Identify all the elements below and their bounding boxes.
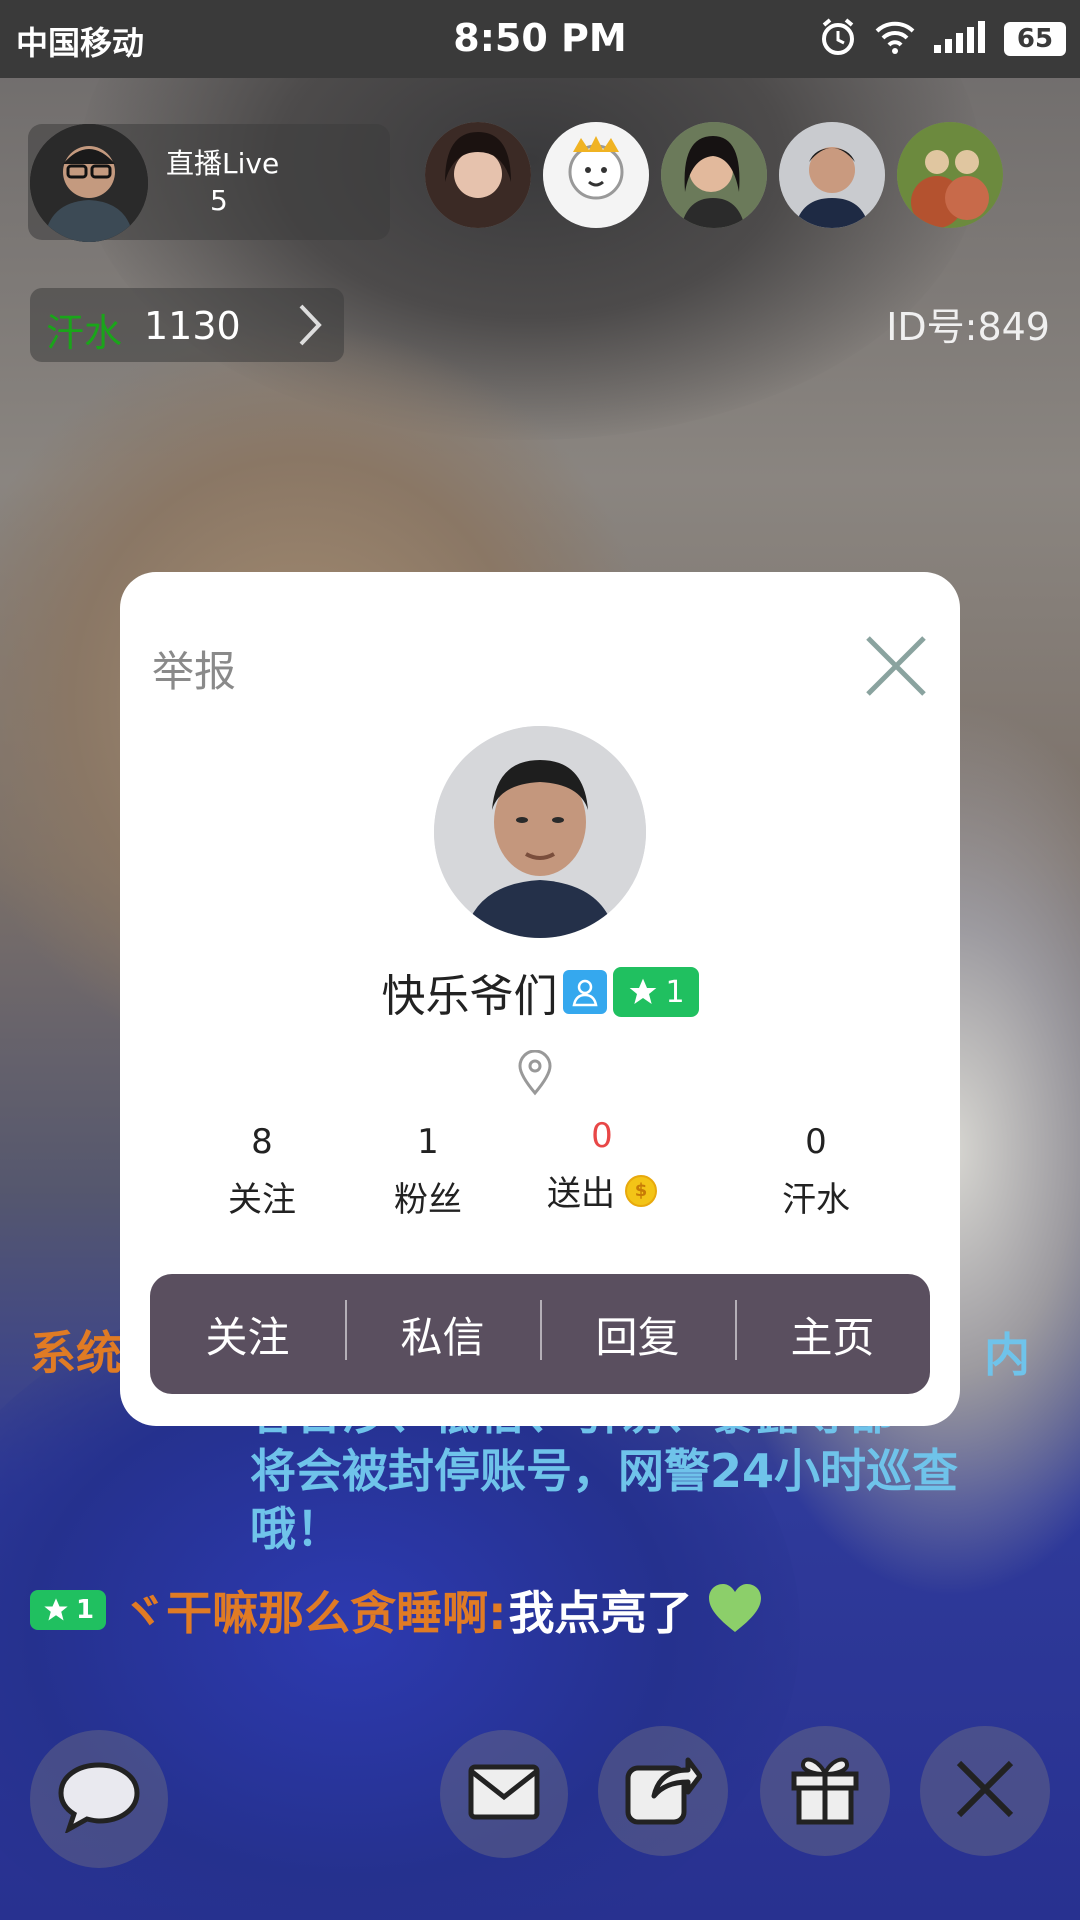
- viewer-list: [425, 122, 1003, 228]
- location-pin-icon: [516, 1049, 554, 1100]
- close-icon: [953, 1757, 1017, 1825]
- host-card[interactable]: 直播Live 5: [28, 124, 390, 242]
- signal-icon: [932, 19, 988, 59]
- host-name: 直播Live: [166, 147, 280, 180]
- close-live-button[interactable]: [920, 1726, 1050, 1856]
- host-avatar[interactable]: [30, 124, 148, 242]
- profile-level-number: 1: [665, 974, 685, 1010]
- mail-icon: [467, 1763, 541, 1825]
- user-level-number: 1: [76, 1595, 95, 1625]
- coin-icon: $: [625, 1174, 657, 1207]
- share-button[interactable]: [598, 1726, 728, 1856]
- stat-label: 关注: [228, 1180, 296, 1220]
- modal-close-button[interactable]: [860, 630, 932, 702]
- profile-stats: 8 关注 1 粉丝 0 送出 $ 0 汗水: [120, 1116, 960, 1260]
- room-id: ID号:849: [886, 305, 1050, 349]
- share-icon: [624, 1752, 703, 1830]
- status-bar: 中国移动 8:50 PM 65: [0, 0, 1080, 78]
- profile-name-row: 快乐爷们 1: [120, 960, 960, 1024]
- chat-button[interactable]: [30, 1730, 168, 1868]
- profile-action-bar: 关注 私信 回复 主页: [150, 1274, 930, 1394]
- star-icon: [630, 978, 657, 1004]
- viewer-avatar[interactable]: [897, 122, 1003, 228]
- battery-indicator: 65: [1004, 22, 1066, 56]
- private-message-button[interactable]: 私信: [345, 1299, 540, 1365]
- viewer-avatar[interactable]: [661, 122, 767, 228]
- system-message-line: 将会被封停账号，网警24小时巡查: [250, 1444, 959, 1498]
- sweat-label: 汗水: [46, 311, 123, 355]
- sweat-value: 1130: [144, 304, 241, 348]
- user-profile-modal: 举报 快乐爷们 1 8 关注 1 粉丝 0 送出 $ 0 汗水 关注 私信 回复…: [120, 572, 960, 1426]
- profile-username: 快乐爷们: [381, 971, 558, 1022]
- stat-sweat[interactable]: 0 汗水: [736, 1120, 896, 1221]
- report-button[interactable]: 举报: [152, 638, 236, 699]
- close-icon: [866, 636, 926, 696]
- stat-label: 送出: [547, 1174, 615, 1214]
- sweat-counter[interactable]: 汗水 1130: [30, 288, 344, 362]
- wifi-icon: [874, 19, 916, 59]
- message-button[interactable]: [440, 1730, 568, 1858]
- reply-button[interactable]: 回复: [540, 1299, 735, 1365]
- homepage-button[interactable]: 主页: [735, 1299, 930, 1365]
- stat-label: 粉丝: [394, 1180, 462, 1220]
- system-message-label: 系统: [30, 1326, 122, 1380]
- stat-following[interactable]: 8 关注: [182, 1120, 342, 1221]
- stat-label: 汗水: [782, 1180, 850, 1220]
- stat-value: 0: [591, 1116, 613, 1156]
- heart-icon: [707, 1582, 763, 1638]
- user-role-icon: [563, 970, 608, 1014]
- alarm-icon: [818, 17, 858, 61]
- viewer-avatar[interactable]: [425, 122, 531, 228]
- stat-fans[interactable]: 1 粉丝: [348, 1120, 508, 1221]
- viewer-avatar[interactable]: [779, 122, 885, 228]
- chat-bubble-icon: [57, 1761, 141, 1837]
- profile-level-badge: 1: [613, 967, 699, 1017]
- system-message-line: 哦！: [250, 1502, 342, 1556]
- profile-avatar[interactable]: [434, 726, 646, 938]
- chat-message: 1 ヾ干嘛那么贪睡啊: 我点亮了: [30, 1580, 763, 1640]
- chat-username[interactable]: ヾ干嘛那么贪睡啊:: [120, 1577, 506, 1643]
- stat-value: 0: [805, 1122, 827, 1162]
- follow-button[interactable]: 关注: [150, 1304, 345, 1365]
- gift-icon: [790, 1752, 860, 1830]
- stat-sent[interactable]: 0 送出 $: [522, 1116, 682, 1215]
- host-viewer-count: 5: [210, 184, 228, 217]
- viewer-avatar[interactable]: [543, 122, 649, 228]
- user-level-badge: 1: [30, 1590, 107, 1630]
- gift-button[interactable]: [760, 1726, 890, 1856]
- chat-text: 我点亮了: [508, 1586, 693, 1640]
- chevron-right-icon: [296, 300, 326, 354]
- stat-value: 8: [251, 1122, 273, 1162]
- stat-value: 1: [417, 1122, 439, 1162]
- star-icon: [44, 1598, 68, 1621]
